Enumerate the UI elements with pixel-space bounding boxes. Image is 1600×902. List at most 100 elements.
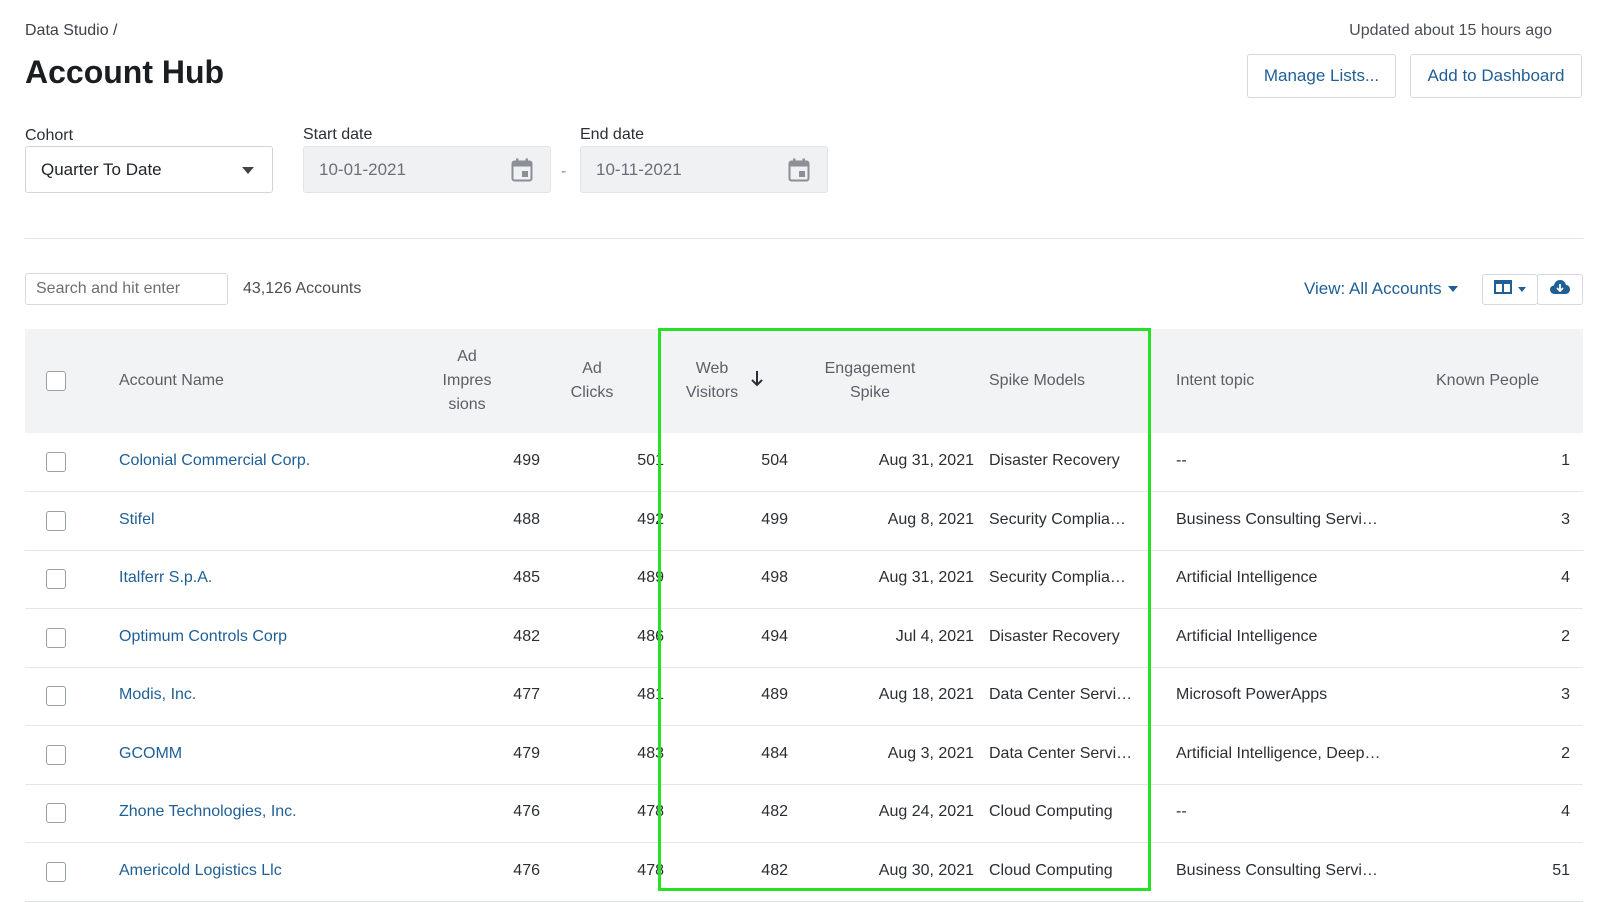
intent-topic-cell: Artificial Intelligence (1176, 627, 1318, 645)
spike-models-cell: Security Complia… (989, 510, 1126, 528)
ad-impressions-cell: 485 (513, 569, 540, 586)
account-name-link[interactable]: Zhone Technologies, Inc. (119, 803, 297, 821)
row-checkbox[interactable] (46, 627, 66, 648)
ad-clicks-cell: 489 (637, 569, 664, 586)
calendar-icon[interactable] (511, 158, 533, 187)
end-date-label: End date (580, 126, 645, 143)
known-people-cell: 2 (1561, 627, 1570, 645)
table-row[interactable]: Italferr S.p.A. 485 489 498 Aug 31, 2021 Secu… (25, 550, 1583, 609)
known-people-cell: 3 (1561, 510, 1570, 528)
col-ad-impressions[interactable]: Ad Impres sions (436, 345, 498, 417)
col-spike-models[interactable]: Spike Models (989, 369, 1085, 393)
view-selector[interactable]: View: All Accounts (1304, 279, 1458, 299)
engagement-spike-cell: Jul 4, 2021 (895, 627, 974, 645)
web-visitors-cell: 482 (761, 861, 788, 879)
ad-clicks-cell: 478 (637, 803, 664, 820)
select-all-checkbox[interactable] (46, 371, 66, 391)
known-people-cell: 3 (1561, 686, 1570, 703)
known-people-cell: 4 (1561, 803, 1570, 820)
ad-clicks-cell: 486 (637, 627, 664, 645)
col-web-visitors[interactable]: Web Visitors (675, 357, 749, 405)
manage-lists-button[interactable]: Manage Lists... (1247, 54, 1396, 98)
table-row[interactable]: GCOMM 479 483 484 Aug 3, 2021 Data Center Ser… (25, 726, 1583, 785)
row-checkbox[interactable] (46, 452, 66, 472)
account-name-link[interactable]: Colonial Commercial Corp. (119, 452, 310, 470)
chevron-down-icon (1447, 286, 1458, 292)
intent-topic-cell: -- (1176, 803, 1187, 820)
web-visitors-cell: 489 (761, 686, 788, 703)
start-date-field[interactable]: 10-01-2021 (303, 146, 551, 193)
cohort-label: Cohort (25, 127, 74, 144)
ad-clicks-cell: 481 (637, 686, 664, 703)
intent-topic-cell: Artificial Intelligence (1176, 569, 1318, 586)
chevron-down-icon (1518, 287, 1526, 292)
account-name-link[interactable]: Stifel (119, 511, 155, 529)
table-row[interactable]: Stifel 488 492 499 Aug 8, 2021 Security Compl… (25, 492, 1583, 551)
engagement-spike-cell: Aug 24, 2021 (878, 803, 974, 820)
account-name-link[interactable]: Modis, Inc. (119, 686, 196, 704)
ad-impressions-cell: 499 (513, 452, 540, 469)
known-people-cell: 2 (1561, 744, 1570, 762)
section-divider (25, 238, 1583, 239)
row-checkbox[interactable] (46, 803, 66, 823)
cloud-download-icon (1549, 279, 1571, 300)
end-date-field[interactable]: 10-11-2021 (580, 146, 828, 193)
ad-impressions-cell: 482 (513, 627, 540, 645)
start-date-value: 10-01-2021 (319, 159, 406, 179)
spike-models-cell: Disaster Recovery (989, 627, 1120, 645)
col-known-people[interactable]: Known People (1436, 369, 1539, 393)
col-ad-clicks[interactable]: Ad Clicks (562, 357, 622, 405)
columns-button[interactable] (1482, 274, 1538, 305)
web-visitors-cell: 498 (761, 569, 788, 586)
row-checkbox[interactable] (46, 744, 66, 765)
table-row[interactable]: Americold Logistics Llc 476 478 482 Aug 30, … (25, 843, 1583, 902)
spike-models-cell: Cloud Computing (989, 861, 1113, 879)
engagement-spike-cell: Aug 3, 2021 (887, 744, 974, 762)
start-date-label: Start date (303, 126, 373, 143)
account-name-link[interactable]: Optimum Controls Corp (119, 628, 287, 646)
ad-impressions-cell: 476 (513, 803, 540, 820)
download-button[interactable] (1537, 274, 1583, 305)
columns-icon (1494, 280, 1512, 299)
col-engagement-spike[interactable]: Engagement Spike (815, 357, 925, 405)
account-name-link[interactable]: Americold Logistics Llc (119, 862, 282, 880)
table-row[interactable]: Zhone Technologies, Inc. 476 478 482 Aug 24,… (25, 784, 1583, 843)
account-name-link[interactable]: Italferr S.p.A. (119, 569, 212, 587)
intent-topic-cell: Artificial Intelligence, Deep… (1176, 744, 1381, 762)
known-people-cell: 1 (1561, 452, 1570, 469)
add-to-dashboard-button[interactable]: Add to Dashboard (1410, 54, 1582, 98)
ad-clicks-cell: 483 (637, 744, 664, 762)
chevron-down-icon (242, 167, 254, 174)
engagement-spike-cell: Aug 8, 2021 (887, 510, 974, 528)
web-visitors-cell: 482 (761, 803, 788, 820)
date-separator: - (561, 163, 567, 180)
ad-impressions-cell: 477 (513, 686, 540, 703)
known-people-cell: 4 (1561, 569, 1570, 586)
sort-down-icon[interactable] (750, 370, 764, 393)
cohort-select[interactable]: Quarter To Date (25, 146, 273, 193)
intent-topic-cell: Business Consulting Servi… (1176, 861, 1378, 879)
account-name-link[interactable]: GCOMM (119, 745, 182, 763)
search-input[interactable] (25, 273, 228, 305)
engagement-spike-cell: Aug 31, 2021 (878, 569, 974, 586)
intent-topic-cell: Microsoft PowerApps (1176, 686, 1328, 703)
table-row[interactable]: Colonial Commercial Corp. 499 501 504 Aug 31… (25, 433, 1583, 492)
accounts-count: 43,126 Accounts (243, 280, 362, 297)
breadcrumb[interactable]: Data Studio / (25, 22, 118, 40)
row-checkbox[interactable] (46, 569, 66, 589)
col-account-name[interactable]: Account Name (119, 369, 224, 393)
row-checkbox[interactable] (46, 686, 66, 706)
row-checkbox[interactable] (46, 861, 66, 882)
row-checkbox[interactable] (46, 510, 66, 531)
engagement-spike-cell: Aug 18, 2021 (878, 686, 974, 703)
engagement-spike-cell: Aug 31, 2021 (878, 452, 974, 469)
ad-impressions-cell: 479 (513, 744, 540, 762)
col-intent-topic[interactable]: Intent topic (1176, 369, 1254, 393)
view-label: View: All Accounts (1304, 279, 1442, 298)
calendar-icon[interactable] (788, 158, 810, 187)
table-row[interactable]: Optimum Controls Corp 482 486 494 Jul 4, 202… (25, 609, 1583, 668)
table-row[interactable]: Modis, Inc. 477 481 489 Aug 18, 2021 Data Cen… (25, 667, 1583, 726)
spike-models-cell: Data Center Servi… (989, 744, 1133, 762)
web-visitors-cell: 504 (761, 452, 788, 469)
web-visitors-cell: 484 (761, 744, 788, 762)
